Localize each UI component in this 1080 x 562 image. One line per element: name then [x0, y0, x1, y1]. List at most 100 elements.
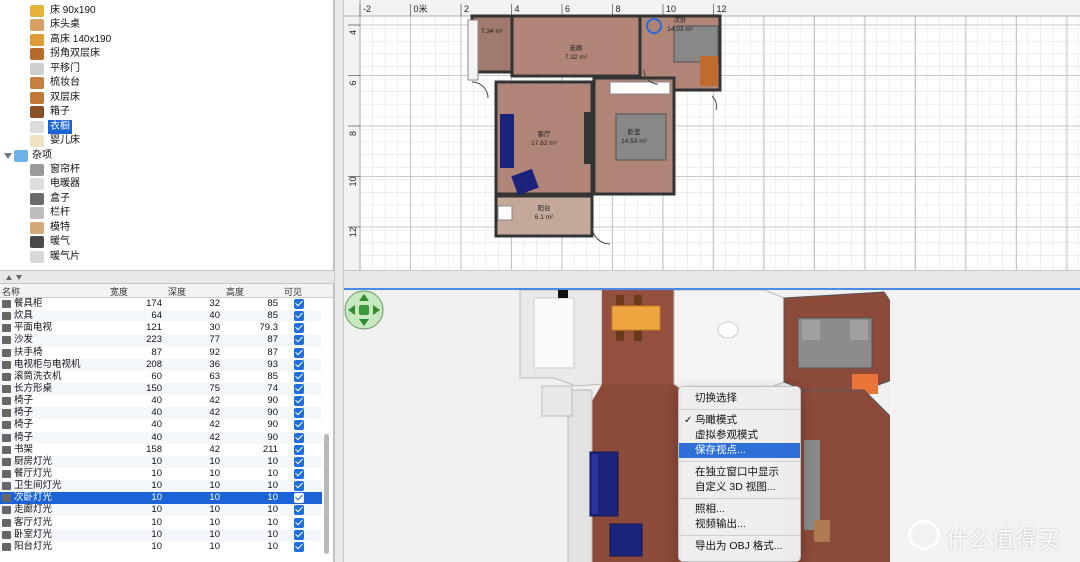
visible-checkbox[interactable] [294, 481, 304, 492]
cell-name: 走廊灯光 [14, 504, 53, 516]
collapse-up-icon[interactable] [6, 275, 12, 280]
menu-item[interactable]: ✓ 鸟瞰模式 [679, 413, 800, 428]
visible-checkbox[interactable] [294, 493, 304, 504]
collapse-down-icon[interactable] [16, 275, 22, 280]
cell-name: 椅子 [14, 395, 34, 407]
visible-checkbox[interactable] [294, 468, 304, 479]
col-height-header[interactable]: 高度 [226, 285, 244, 298]
visible-checkbox[interactable] [294, 432, 304, 443]
cell-width: 174 [146, 298, 162, 309]
table-row[interactable]: 厨房灯光 10 10 10 [0, 455, 322, 468]
catalog-splitter[interactable] [0, 270, 344, 284]
watermark-text: 什么值得买 [946, 527, 1062, 552]
visible-checkbox[interactable] [294, 299, 304, 309]
furniture-scrollbar[interactable] [324, 434, 329, 554]
table-row[interactable]: 炊具 64 40 85 [0, 310, 322, 323]
visible-checkbox[interactable] [294, 347, 304, 358]
cell-name: 沙发 [14, 334, 34, 346]
furniture-catalog-tree[interactable]: 床 90x190 床头桌 高床 140x190 拐角双层床 平移门 梳妆台 双层床 箱子 衣橱婴… [0, 0, 334, 270]
table-row[interactable]: 卫生间灯光 10 10 10 [0, 480, 322, 493]
table-row[interactable]: 滚筒洗衣机 60 63 85 [0, 371, 322, 383]
cell-name: 阳台灯光 [14, 540, 53, 552]
table-row[interactable]: 卧室灯光 10 10 10 [0, 528, 322, 541]
cell-depth: 32 [209, 298, 220, 309]
table-row[interactable]: 椅子 40 42 90 [0, 407, 322, 420]
menu-item[interactable]: 在独立窗口中显示 [679, 465, 800, 480]
visible-checkbox[interactable] [294, 541, 304, 552]
visible-checkbox[interactable] [294, 529, 304, 540]
cell-name: 卫生间灯光 [14, 480, 62, 492]
menu-separator [679, 409, 800, 410]
table-row[interactable]: 餐厅灯光 10 10 10 [0, 468, 322, 480]
table-row[interactable]: 电视柜与电视机 208 36 93 [0, 358, 322, 371]
cell-height: 10 [267, 528, 278, 540]
visible-checkbox[interactable] [294, 371, 304, 382]
table-row[interactable]: 书架 158 42 211 [0, 444, 322, 456]
visible-checkbox[interactable] [294, 517, 304, 528]
cell-width: 208 [146, 358, 162, 370]
table-row[interactable]: 椅子 40 42 90 [0, 395, 322, 407]
cell-width: 40 [151, 431, 162, 443]
menu-item[interactable]: 保存视点... [679, 443, 800, 458]
visible-checkbox[interactable] [294, 359, 304, 370]
cell-height: 87 [267, 334, 278, 346]
disclosure-triangle-icon[interactable] [4, 152, 12, 159]
visible-checkbox[interactable] [294, 420, 304, 431]
col-name-header[interactable]: 名称 [2, 285, 20, 298]
navigation-control[interactable] [344, 290, 384, 330]
visible-checkbox[interactable] [294, 505, 304, 516]
menu-item[interactable]: 切换选择 [679, 391, 800, 406]
furniture-icon [2, 421, 11, 430]
table-row[interactable]: 客厅灯光 10 10 10 [0, 517, 322, 529]
furniture-thumbnail-icon [30, 192, 44, 205]
furniture-thumbnail-icon [30, 19, 44, 32]
visible-checkbox[interactable] [294, 408, 304, 419]
visible-checkbox[interactable] [294, 396, 304, 407]
cell-width: 40 [151, 419, 162, 431]
cell-depth: 42 [209, 431, 220, 443]
menu-item[interactable]: 视频输出... [679, 517, 800, 532]
catalog-item-label: 梳妆台 [50, 77, 80, 89]
table-header: 名称 宽度 深度 高度 可见 [0, 284, 333, 298]
table-row[interactable]: 餐具柜 174 32 85 [0, 298, 322, 310]
cell-width: 158 [146, 443, 162, 455]
view-splitter[interactable] [344, 270, 1080, 288]
floor-plan-canvas[interactable]: -2 0米 2 4 6 8 10 12 4 6 8 10 12 7.34 m² 走廊 7.32 m² 次卧 14.… [344, 0, 1080, 270]
ruler-label: 2 [464, 4, 469, 14]
menu-item-label: 自定义 3D 视图... [695, 481, 776, 493]
col-visible-header[interactable]: 可见 [284, 285, 302, 298]
table-row[interactable]: 椅子 40 42 90 [0, 431, 322, 444]
col-depth-header[interactable]: 深度 [168, 285, 186, 298]
floor-plan-view[interactable]: -2 0米 2 4 6 8 10 12 4 6 8 10 12 7.34 m² 走廊 7.32 m² 次卧 14.… [344, 0, 1080, 270]
col-width-header[interactable]: 宽度 [110, 285, 128, 298]
room-name-label: 卧室 [628, 127, 642, 136]
bed-shape [615, 113, 667, 161]
menu-item[interactable]: 照相... [679, 502, 800, 517]
table-row[interactable]: 阳台灯光 10 10 10 [0, 541, 322, 553]
table-row[interactable]: 平面电视 121 30 79.3 [0, 322, 322, 334]
table-row[interactable]: 长方形桌 150 75 74 [0, 382, 322, 396]
visible-checkbox[interactable] [294, 311, 304, 322]
visible-checkbox[interactable] [294, 335, 304, 346]
cell-width: 10 [151, 516, 162, 528]
table-row[interactable]: 椅子 40 42 90 [0, 419, 322, 431]
table-row[interactable]: 次卧灯光 10 10 10 [0, 492, 322, 505]
table-row[interactable]: 走廊灯光 10 10 10 [0, 504, 322, 517]
menu-item[interactable]: 虚拟参观模式 [679, 428, 800, 443]
vertical-splitter[interactable] [334, 0, 344, 562]
furniture-thumbnail-icon [30, 33, 44, 46]
cell-height: 10 [267, 516, 278, 528]
cell-name: 椅子 [14, 431, 34, 443]
visible-checkbox[interactable] [294, 444, 304, 455]
catalog-scrollbar[interactable] [325, 6, 331, 264]
menu-item[interactable]: 导出为 OBJ 格式... [679, 539, 800, 554]
3d-view-context-menu[interactable]: 切换选择 ✓ 鸟瞰模式 虚拟参观模式 保存视点... 在独立窗口中显示 自定义 3D 视图.… [678, 386, 801, 562]
furniture-list-table[interactable]: 名称 宽度 深度 高度 可见 餐具柜 174 32 85 炊具 64 40 85 平面电视 121… [0, 284, 334, 562]
folder-icon [14, 149, 28, 162]
table-row[interactable]: 扶手椅 87 92 87 [0, 347, 322, 359]
visible-checkbox[interactable] [294, 456, 304, 467]
table-row[interactable]: 沙发 223 77 87 [0, 334, 322, 347]
menu-item[interactable]: 自定义 3D 视图... [679, 480, 800, 495]
visible-checkbox[interactable] [294, 323, 304, 334]
visible-checkbox[interactable] [294, 383, 304, 394]
